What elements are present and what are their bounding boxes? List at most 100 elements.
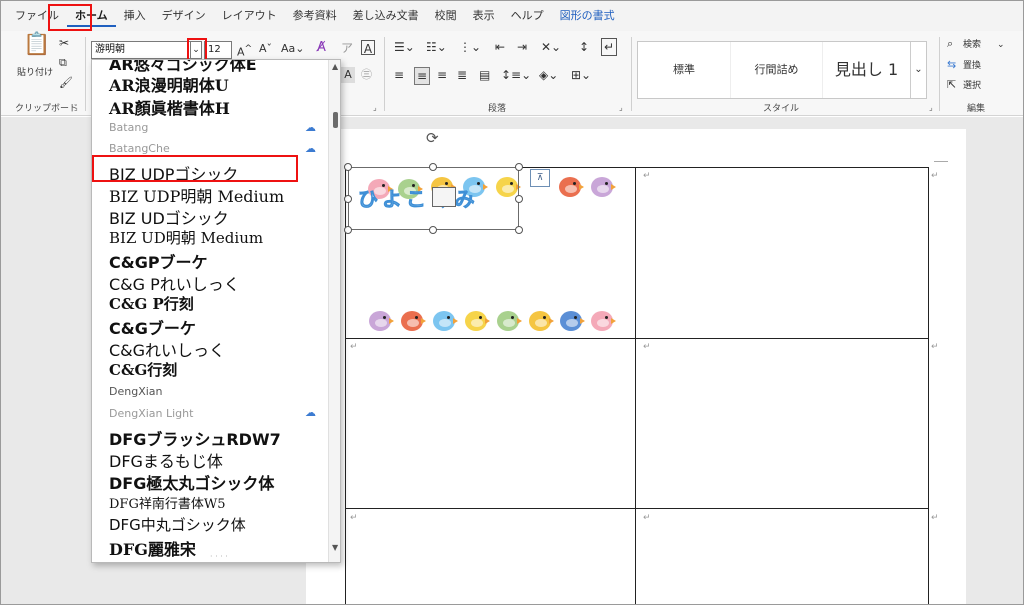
tab-view[interactable]: 表示 [465,5,503,27]
cloud-download-icon[interactable]: ☁ [305,406,316,419]
align-right-icon[interactable]: ≡ [437,67,447,83]
font-item[interactable]: AR顏眞楷書体H [109,95,230,119]
font-item[interactable]: DFG麗雅宋 [109,536,196,560]
font-item[interactable]: C&G Pれいしっく [109,271,240,295]
font-item[interactable]: DengXian Light [109,407,193,420]
tab-layout[interactable]: レイアウト [214,5,285,27]
font-item[interactable]: C&G行刻 [109,359,177,380]
grow-font-icon[interactable]: A^ [237,41,252,61]
asian-layout-icon[interactable]: ✕⌄ [541,39,561,55]
replace-label[interactable]: 置換 [963,58,981,74]
resize-handle[interactable] [344,195,352,203]
style-heading-1[interactable]: 見出し 1 [822,42,910,98]
font-list-scrollbar[interactable]: ▲ ▼ [328,60,340,562]
font-item[interactable]: BatangChe [109,142,170,155]
font-item[interactable]: Batang [109,121,148,134]
copy-icon[interactable]: ⧉ [59,55,67,71]
font-item[interactable]: DFG祥南行書体W5 [109,493,225,512]
font-item[interactable]: BIZ UDP明朝 Medium [109,183,284,207]
search-dropdown-icon[interactable]: ⌄ [997,37,1005,53]
scroll-down-icon[interactable]: ▼ [332,543,338,552]
sort-icon[interactable]: ↕ [579,39,589,55]
font-item[interactable]: DFGまるもじ体 [109,448,223,472]
paste-label[interactable]: 貼り付け [15,65,55,81]
font-item-highlight [92,155,298,182]
resize-handle[interactable] [515,226,523,234]
paragraph-launcher-icon[interactable]: ⌟ [619,103,623,112]
resize-handle[interactable] [344,226,352,234]
bird-illustration [558,307,585,331]
tab-mailings[interactable]: 差し込み文書 [345,5,427,27]
align-left-icon[interactable]: ≡ [394,67,404,83]
replace-icon[interactable]: ⇆ [947,57,956,73]
scroll-up-icon[interactable]: ▲ [332,62,338,71]
align-center-icon[interactable]: ≡ [414,67,430,85]
resize-handle[interactable] [515,195,523,203]
resize-handle[interactable] [515,163,523,171]
tab-insert[interactable]: 挿入 [116,5,154,27]
resize-handle[interactable] [344,163,352,171]
show-marks-icon[interactable]: ↵ [601,38,617,56]
enclose-char-icon[interactable]: ㊂ [361,67,372,83]
font-item[interactable]: DFG極太丸ゴシック体 [109,470,274,494]
justify-icon[interactable]: ≣ [457,67,467,83]
format-painter-icon[interactable]: 🖌 [59,75,73,91]
paragraph-group-label: 段落 [488,104,507,114]
font-name-input[interactable]: 游明朝 [91,41,191,59]
tab-design[interactable]: デザイン [154,5,214,27]
distributed-icon[interactable]: ▤ [479,67,490,83]
search-label[interactable]: 検索 [963,37,981,53]
font-item[interactable]: C&GPブーケ [109,249,208,273]
styles-launcher-icon[interactable]: ⌟ [929,103,933,112]
tab-help[interactable]: ヘルプ [503,5,552,27]
style-no-spacing[interactable]: 行間詰め [730,42,822,98]
clipboard-launcher-icon[interactable]: ⌟ [74,103,78,112]
shrink-font-icon[interactable]: Aˇ [259,41,272,57]
shading-icon[interactable]: ◈⌄ [539,67,558,83]
select-label[interactable]: 選択 [963,78,981,94]
numbering-icon[interactable]: ☷⌄ [426,39,447,55]
resize-grip-icon[interactable]: · · · · [210,552,228,561]
decrease-indent-icon[interactable]: ⇤ [495,39,505,55]
bullets-icon[interactable]: ☰⌄ [394,39,415,55]
borders-icon[interactable]: ⊞⌄ [571,67,591,83]
increase-indent-icon[interactable]: ⇥ [517,39,527,55]
font-item[interactable]: BIZ UDゴシック [109,205,229,229]
font-size-input[interactable]: 12 [204,41,232,59]
cloud-download-icon[interactable]: ☁ [305,121,316,134]
bird-illustration [527,307,554,331]
tab-shape-format[interactable]: 図形の書式 [552,5,623,27]
multilevel-list-icon[interactable]: ⋮⌄ [459,39,481,55]
font-item[interactable]: DengXian [109,385,163,398]
font-item[interactable]: DFGブラッシュRDW7 [109,426,281,450]
style-gallery-more-icon[interactable]: ⌄ [910,42,926,98]
paste-icon[interactable]: 📋 [23,34,50,56]
layout-options-icon[interactable]: ⊼ [530,169,550,187]
tab-references[interactable]: 参考資料 [285,5,345,27]
resize-handle[interactable] [429,226,437,234]
clear-format-icon[interactable]: A̸ [317,40,326,56]
rotate-handle-icon[interactable]: ⟳ [426,129,439,147]
font-item[interactable]: BIZ UD明朝 Medium [109,227,263,248]
cloud-download-icon[interactable]: ☁ [305,142,316,155]
scroll-thumb[interactable] [333,112,338,128]
font-launcher-icon[interactable]: ⌟ [373,103,377,112]
tab-review[interactable]: 校閲 [427,5,465,27]
font-item[interactable]: AR浪漫明朝体U [109,72,229,96]
font-item[interactable]: C&G P行刻 [109,293,194,314]
font-dropdown-list[interactable]: AR悠々ゴシック体E AR浪漫明朝体U AR顏眞楷書体H Batang ☁ Ba… [91,59,341,563]
font-item[interactable]: C&Gれいしっく [109,337,225,361]
change-case-icon[interactable]: Aa⌄ [281,41,304,57]
char-shading-icon[interactable]: A [341,67,355,83]
select-icon[interactable]: ⇱ [947,77,956,93]
resize-handle[interactable] [429,163,437,171]
style-normal[interactable]: 標準 [638,42,730,98]
phonetic-guide-icon[interactable]: ア [341,40,353,56]
cut-icon[interactable]: ✂ [59,35,69,51]
wordart-text[interactable]: ひよこぐみ [357,183,479,212]
font-item[interactable]: DFG中丸ゴシック体 [109,514,246,535]
line-spacing-icon[interactable]: ↕≡⌄ [501,67,531,83]
char-border-icon[interactable]: A [361,40,375,56]
font-item[interactable]: C&Gブーケ [109,315,196,339]
search-icon[interactable]: ⌕ [947,36,953,52]
